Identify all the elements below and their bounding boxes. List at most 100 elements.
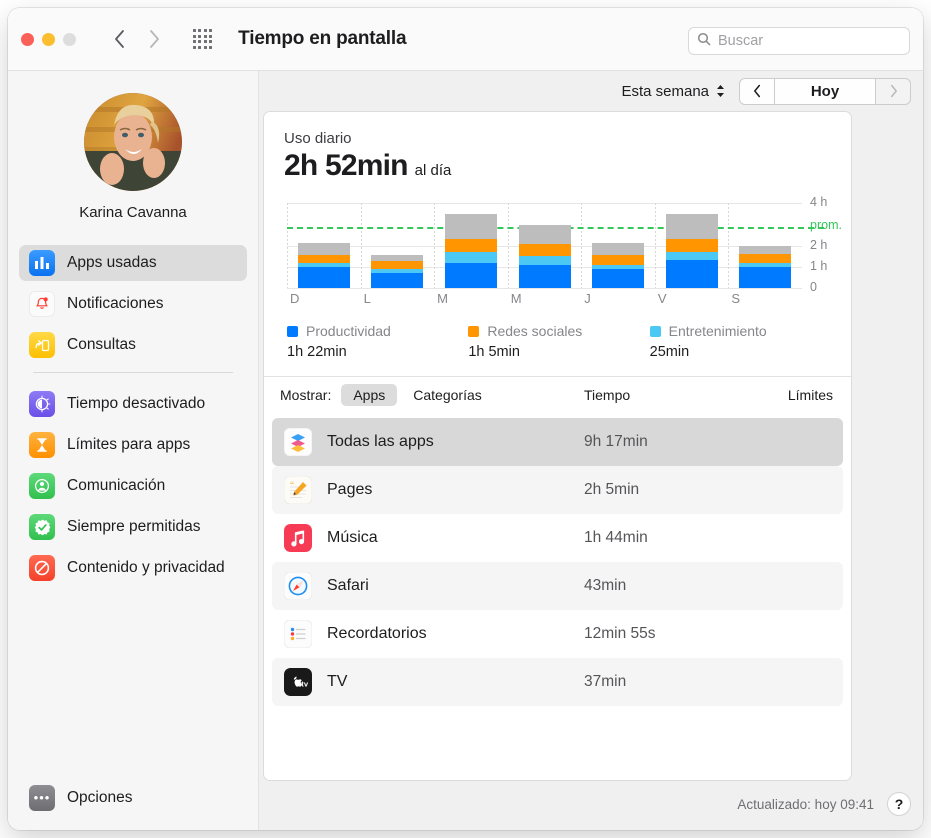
- legend-label: Redes sociales: [487, 323, 582, 339]
- usage-caption: Uso diario: [284, 130, 831, 147]
- app-time: 1h 44min: [584, 529, 648, 547]
- chart-average-label: prom.: [810, 218, 842, 232]
- chart-bar-segment: [666, 260, 718, 288]
- tab-categorias[interactable]: Categorías: [403, 384, 491, 406]
- close-button[interactable]: [21, 33, 34, 46]
- legend-value: 25min: [650, 344, 831, 360]
- bell-icon: [29, 291, 55, 317]
- app-name: Recordatorios: [327, 625, 427, 643]
- chart-gridline: [287, 288, 802, 289]
- sidebar-item-consultas[interactable]: Consultas: [19, 327, 247, 363]
- chart-bar-segment: [445, 252, 497, 263]
- sidebar-divider: [33, 372, 233, 373]
- content-toolbar: Esta semana Hoy: [259, 71, 923, 111]
- chart-x-tick: J: [584, 291, 591, 306]
- chart-bar-segment: [298, 243, 350, 255]
- avatar[interactable]: [84, 93, 182, 191]
- user-profile: Karina Cavanna: [8, 71, 258, 221]
- hourglass-icon: [29, 432, 55, 458]
- chart-gridline: [287, 203, 802, 204]
- screen-time-window: Tiempo en pantalla Buscar: [8, 8, 923, 830]
- sidebar-item-label: Comunicación: [67, 477, 165, 495]
- sidebar-item-notificaciones[interactable]: Notificaciones: [19, 286, 247, 322]
- chart-separator: [581, 203, 582, 288]
- show-all-icon[interactable]: [193, 29, 212, 48]
- chart-separator: [361, 203, 362, 288]
- sidebar-item-tiempo-desactivado[interactable]: Tiempo desactivado: [19, 386, 247, 422]
- chart-bar-segment: [666, 214, 718, 240]
- options-button[interactable]: ••• Opciones: [19, 782, 132, 814]
- chart-separator: [434, 203, 435, 288]
- chart-bar: [445, 214, 497, 288]
- sidebar-item-contenido-y-privacidad[interactable]: Contenido y privacidad: [19, 550, 247, 586]
- show-label: Mostrar:: [280, 387, 331, 403]
- app-row[interactable]: Safari43min: [272, 562, 843, 610]
- app-row[interactable]: Música1h 44min: [272, 514, 843, 562]
- pages-icon: “: [284, 476, 312, 504]
- sidebar-item-apps-usadas[interactable]: Apps usadas: [19, 245, 247, 281]
- column-header-time: Tiempo: [584, 387, 630, 403]
- app-row[interactable]: tvTV37min: [272, 658, 843, 706]
- legend-swatch-productividad: [287, 326, 298, 337]
- window-body: Karina Cavanna Apps usadas Notificacione…: [8, 71, 923, 830]
- svg-text:tv: tv: [301, 680, 309, 689]
- user-name: Karina Cavanna: [8, 204, 258, 221]
- column-header-limits: Límites: [788, 387, 833, 403]
- person-icon: [29, 473, 55, 499]
- search-field[interactable]: Buscar: [688, 27, 910, 55]
- music-icon: [284, 524, 312, 552]
- usage-total-suffix: al día: [415, 162, 452, 179]
- help-button[interactable]: ?: [887, 792, 911, 816]
- legend-item: Entretenimiento 25min: [650, 323, 831, 360]
- window-controls: [21, 33, 76, 46]
- app-row[interactable]: “Pages2h 5min: [272, 466, 843, 514]
- chart-x-tick: M: [511, 291, 522, 306]
- legend-item: Productividad 1h 22min: [287, 323, 468, 360]
- tv-icon: tv: [284, 668, 312, 696]
- chart-bar: [739, 246, 791, 289]
- forward-button[interactable]: [143, 26, 165, 52]
- reminders-icon: [284, 620, 312, 648]
- navigation-arrows: [109, 26, 165, 52]
- chart-bar-segment: [592, 255, 644, 265]
- back-button[interactable]: [109, 26, 131, 52]
- sidebar-item-label: Apps usadas: [67, 254, 157, 272]
- chart-x-tick: D: [290, 291, 299, 306]
- chart-bar-segment: [666, 239, 718, 252]
- sidebar-item-siempre-permitidas[interactable]: Siempre permitidas: [19, 509, 247, 545]
- chart-legend: Productividad 1h 22min Redes sociales 1h…: [284, 323, 831, 360]
- safari-icon: [284, 572, 312, 600]
- chart-bar: [371, 255, 423, 288]
- chart-bar: [666, 214, 718, 288]
- sidebar-nav: Apps usadas Notificaciones Consultas: [8, 245, 258, 586]
- pickup-icon: [29, 332, 55, 358]
- chart-separator: [508, 203, 509, 288]
- chart-separator: [287, 203, 288, 288]
- chevron-updown-icon: [715, 83, 726, 99]
- chart-bar-segment: [666, 252, 718, 261]
- chart-y-tick: 0: [810, 280, 817, 294]
- minimize-button[interactable]: [42, 33, 55, 46]
- chart-bar-segment: [519, 265, 571, 288]
- legend-label: Entretenimiento: [669, 323, 767, 339]
- chart-bar-segment: [739, 254, 791, 263]
- options-label: Opciones: [67, 789, 132, 807]
- tab-apps[interactable]: Apps: [341, 384, 397, 406]
- sidebar-item-limites-para-apps[interactable]: Límites para apps: [19, 427, 247, 463]
- previous-period-button[interactable]: [739, 78, 775, 105]
- chart-bar-segment: [445, 214, 497, 240]
- app-time: 43min: [584, 577, 626, 595]
- sidebar-item-comunicacion[interactable]: Comunicación: [19, 468, 247, 504]
- app-row[interactable]: Todas las apps9h 17min: [272, 418, 843, 466]
- chart-bar-segment: [445, 239, 497, 252]
- app-name: TV: [327, 673, 347, 691]
- range-popup-button[interactable]: Esta semana: [621, 83, 726, 100]
- app-time: 2h 5min: [584, 481, 639, 499]
- search-placeholder: Buscar: [718, 33, 763, 49]
- downtime-icon: [29, 391, 55, 417]
- today-button[interactable]: Hoy: [775, 78, 875, 105]
- app-row[interactable]: Recordatorios12min 55s: [272, 610, 843, 658]
- window-title: Tiempo en pantalla: [238, 28, 406, 50]
- chart-x-tick: L: [364, 291, 371, 306]
- chart-bar-segment: [519, 244, 571, 256]
